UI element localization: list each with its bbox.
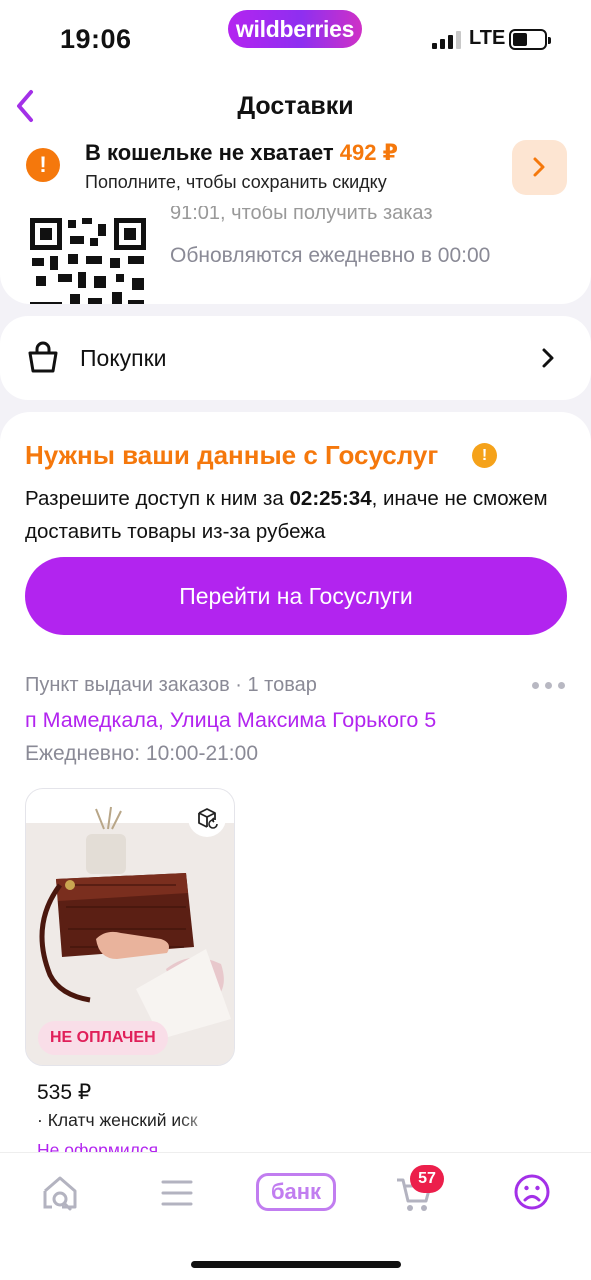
qr-update-note: Обновляются ежедневно в 00:00 [170,244,491,267]
product-card[interactable]: НЕ ОПЛАЧЕН [25,788,235,1066]
wallet-banner[interactable]: ! В кошельке не хватает 492 ₽ Пополните,… [0,134,591,206]
gosuslugi-text-part: Разрешите доступ к ним за [25,487,290,510]
gosuslugi-title: Нужны ваши данные с Госуслуг [25,440,439,470]
warning-icon[interactable]: ! [472,443,497,468]
brand-logo: wildberries [228,10,362,48]
profile-icon[interactable] [513,1173,551,1211]
status-bar: 19:06 wildberries LTE [0,0,591,78]
unpaid-badge: НЕ ОПЛАЧЕН [38,1021,168,1055]
purchases-label: Покупки [80,345,167,371]
network-label: LTE [469,27,506,49]
delivery-card: Нужны ваши данные с Госуслуг ! Разрешите… [0,412,591,1172]
header: Доставки [0,78,591,134]
wallet-title: В кошельке не хватает 492 ₽ [85,140,398,166]
product-name: · Клатч женский иск [37,1110,198,1130]
signal-icon [432,31,466,49]
countdown-timer: 02:25:34 [289,487,372,510]
product-price: 535 ₽ [37,1081,92,1104]
return-box-icon [188,799,226,837]
chevron-right-icon [533,157,545,177]
page-title: Доставки [237,92,354,120]
wallet-topup-button[interactable] [512,140,567,195]
menu-icon[interactable] [160,1179,194,1207]
bottom-nav: банк 57 [0,1152,591,1280]
status-time: 19:06 [60,24,132,54]
chevron-right-icon [542,348,554,368]
battery-icon [509,29,551,50]
purchases-row[interactable]: Покупки [0,316,591,400]
qr-code-icon[interactable] [28,216,148,304]
pickup-type: Пункт выдачи заказов · 1 товар [25,674,317,696]
home-search-icon[interactable] [40,1173,80,1213]
wallet-title-text: В кошельке не хватает [85,140,334,165]
home-indicator [191,1261,401,1268]
go-to-gosuslugi-button[interactable]: Перейти на Госуслуги [25,557,567,635]
shopping-bag-icon [28,341,58,373]
warning-icon: ! [26,148,60,182]
bank-button[interactable]: банк [256,1173,336,1211]
more-options-icon[interactable] [532,682,566,690]
pickup-address[interactable]: п Мамедкала, Улица Максима Горького 5 [25,708,436,733]
wallet-amount: 492 ₽ [339,140,398,165]
gosuslugi-text: Разрешите доступ к ним за 02:25:34, инач… [25,482,565,548]
wallet-subtitle: Пополните, чтобы сохранить скидку [85,172,387,192]
pickup-hours: Ежедневно: 10:00-21:00 [25,742,258,765]
cart-count-badge: 57 [410,1165,444,1193]
